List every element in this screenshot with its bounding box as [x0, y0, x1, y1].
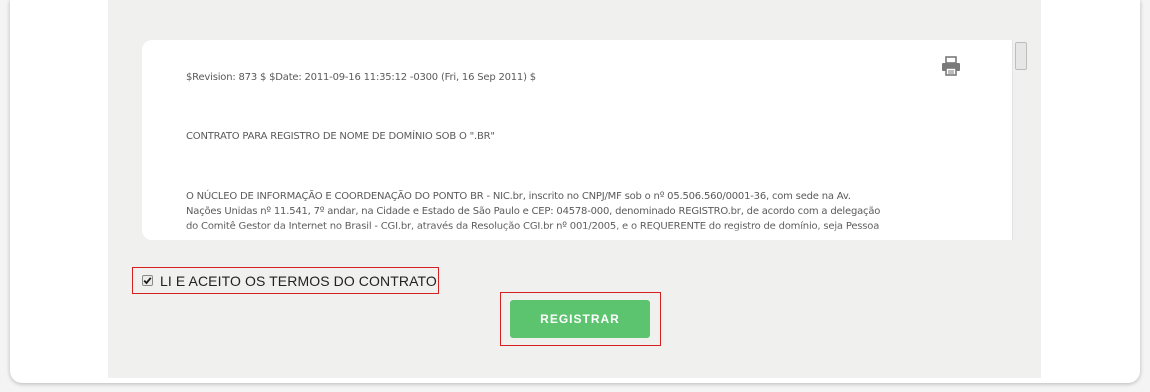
contract-text-area[interactable]: $Revision: 873 $ $Date: 2011-09-16 11:35… — [142, 40, 1027, 240]
scroll-thumb[interactable] — [1015, 42, 1027, 70]
revision-line: $Revision: 873 $ $Date: 2011-09-16 11:35… — [186, 72, 536, 83]
contract-scrollbar[interactable] — [1012, 40, 1028, 240]
agreement-highlight: LI E ACEITO OS TERMOS DO CONTRATO — [132, 267, 439, 294]
contract-body-line: Nações Unidas nº 11.541, 7º andar, na Ci… — [186, 206, 881, 217]
agree-label[interactable]: LI E ACEITO OS TERMOS DO CONTRATO — [160, 273, 437, 289]
text-fade — [142, 226, 1027, 240]
contract-body-line: O NÚCLEO DE INFORMAÇÃO E COORDENAÇÃO DO … — [186, 191, 851, 202]
contract-text: $Revision: 873 $ $Date: 2011-09-16 11:35… — [186, 70, 896, 234]
checkmark-icon — [143, 277, 152, 285]
register-button[interactable]: REGISTRAR — [510, 300, 650, 338]
contract-title: CONTRATO PARA REGISTRO DE NOME DE DOMÍNI… — [186, 131, 495, 142]
agree-checkbox[interactable] — [142, 275, 153, 286]
printer-icon[interactable] — [941, 56, 961, 76]
register-button-highlight: REGISTRAR — [500, 292, 661, 346]
